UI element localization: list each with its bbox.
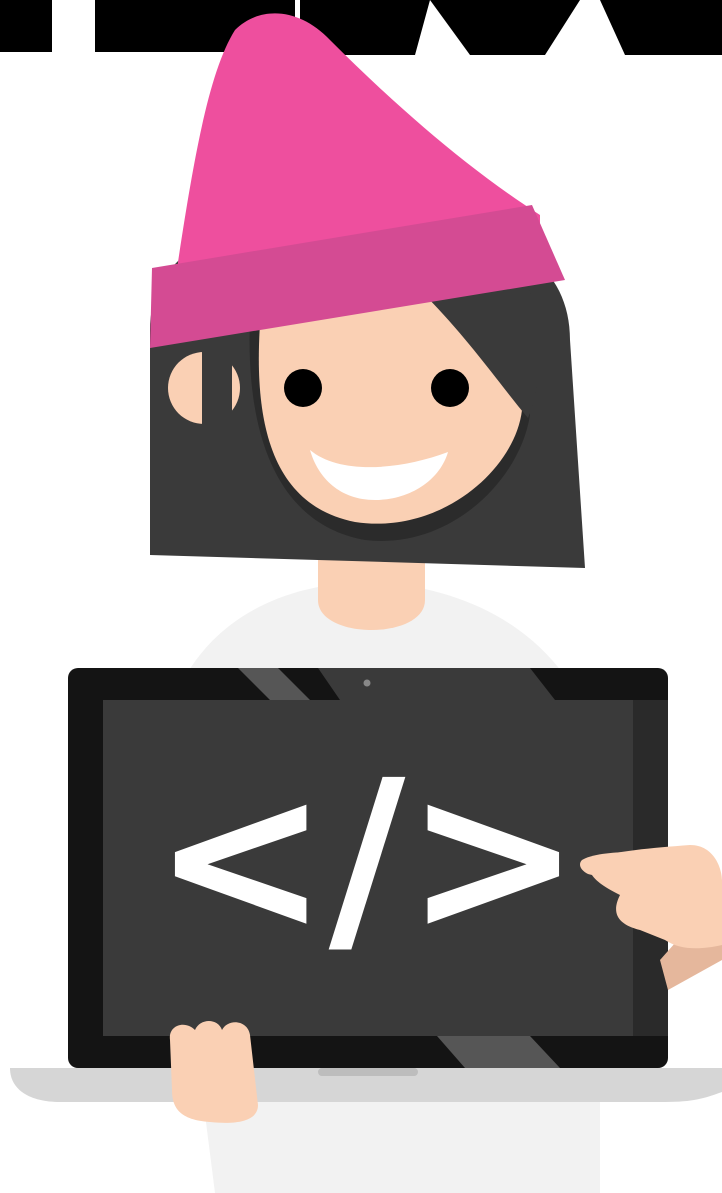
illustration-canvas: </> [0, 0, 722, 1193]
hair-sideburn [202, 330, 232, 450]
top-banner-letters [0, 0, 722, 55]
laptop-bezel-glare [318, 668, 555, 700]
right-eye [431, 369, 469, 407]
left-eye [284, 369, 322, 407]
laptop-webcam [363, 679, 371, 687]
banner-letter-block [600, 0, 722, 55]
hand-left [169, 1021, 258, 1123]
holding-hand [169, 1021, 258, 1123]
screen-code-symbol: </> [153, 735, 582, 980]
laptop-base-notch [318, 1068, 418, 1076]
developer-holding-laptop-illustration: </> [0, 0, 722, 1193]
banner-letter-block [0, 0, 52, 52]
banner-letter-block [430, 0, 580, 55]
